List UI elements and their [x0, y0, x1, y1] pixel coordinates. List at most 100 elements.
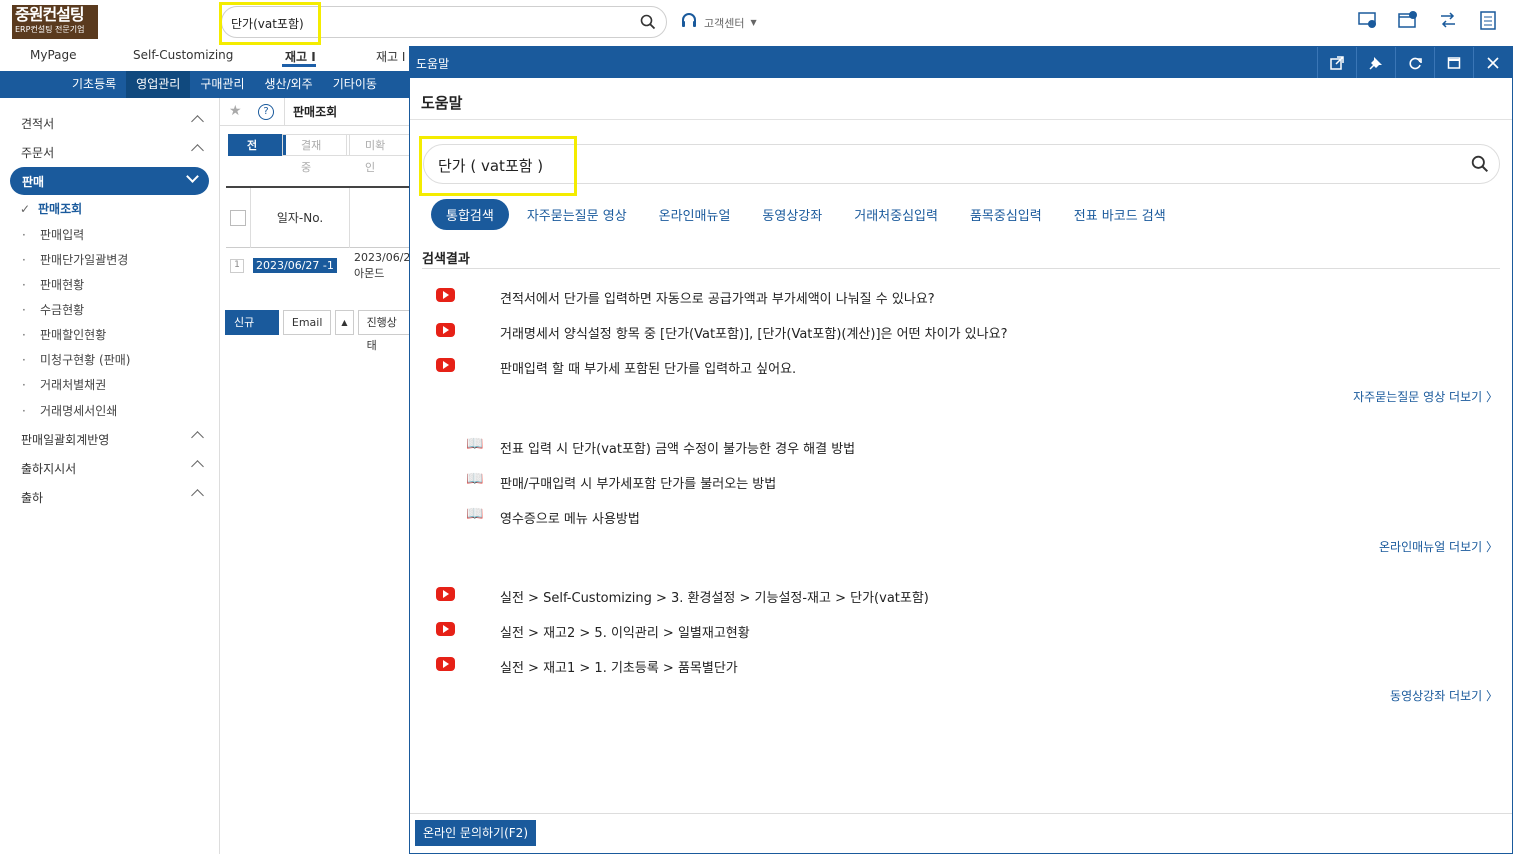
sidebar-item[interactable]: · 판매단가일괄변경	[22, 251, 128, 268]
exchange-icon[interactable]	[1437, 10, 1459, 30]
search-icon[interactable]	[1471, 155, 1489, 176]
tab-unconfirmed[interactable]: 미확인	[346, 134, 414, 174]
tab-integrated-search[interactable]: 통합검색	[431, 199, 509, 230]
menu-production[interactable]: 생산/외주	[255, 71, 323, 98]
tab-item-input[interactable]: 품목중심입력	[970, 205, 1042, 224]
data-grid: 일자-No. 1 2023/06/27 -1 2023/06/2 아몬드	[226, 186, 410, 280]
sidebar-group-quote[interactable]: 견적서	[0, 108, 220, 136]
row-cell-line2: 아몬드	[354, 267, 385, 280]
check-icon: ✓	[20, 202, 31, 216]
dialog-footer: 온라인 문의하기(F2)	[410, 813, 1512, 853]
sidebar-group-shipping-order[interactable]: 출하지시서	[0, 453, 220, 481]
remote-support-icon[interactable]	[1357, 10, 1379, 30]
progress-status-button[interactable]: 진행상태	[357, 310, 410, 352]
list-doc-icon[interactable]	[1477, 10, 1499, 30]
refresh-icon[interactable]	[1395, 47, 1434, 78]
page-title: 판매조회	[284, 98, 337, 126]
sidebar-item[interactable]: · 미청구현황 (판매)	[22, 351, 130, 368]
dialog-title-bar[interactable]: 도움말	[410, 47, 1512, 78]
brand-logo[interactable]: 중원컨설팅 ERP컨설팅 전문기업	[12, 5, 98, 39]
tab-approving[interactable]: 결재중	[282, 134, 350, 174]
lecture-item[interactable]: 실전 > 재고1 > 1. 기초등록 > 품목별단가	[410, 655, 1510, 677]
sidebar-item-label: 판매단가일괄변경	[40, 253, 129, 267]
menu-basic-registration[interactable]: 기초등록	[62, 71, 126, 98]
lecture-item[interactable]: 실전 > Self-Customizing > 3. 환경설정 > 기능설정-재…	[410, 585, 1510, 607]
new-window-icon[interactable]	[1397, 10, 1419, 30]
sidebar-item-label: 판매할인현황	[40, 328, 107, 342]
pin-icon[interactable]	[1356, 47, 1395, 78]
row-cell: 2023/06/2 아몬드	[354, 250, 410, 282]
help-icon[interactable]: ?	[258, 104, 274, 120]
result-text: 실전 > 재고1 > 1. 기초등록 > 품목별단가	[500, 661, 738, 676]
faq-video-item[interactable]: 거래명세서 양식설정 항목 중 [단가(Vat포함)], [단가(Vat포함)(…	[410, 321, 1510, 343]
popout-icon[interactable]	[1317, 47, 1356, 78]
tab-video-lectures[interactable]: 동영상강좌	[762, 205, 822, 224]
tab-barcode-search[interactable]: 전표 바코드 검색	[1074, 205, 1166, 224]
maximize-icon[interactable]	[1434, 47, 1473, 78]
close-icon[interactable]	[1473, 47, 1512, 78]
brand-tagline: ERP컨설팅 전문기업	[15, 25, 85, 34]
tab-faq-video[interactable]: 자주묻는질문 영상	[527, 205, 627, 224]
youtube-icon	[436, 622, 455, 636]
manual-item[interactable]: 📖 영수증으로 메뉴 사용방법	[410, 506, 1510, 528]
caret-down-icon: ▼	[750, 18, 757, 27]
menu-purchase-management[interactable]: 구매관리	[190, 71, 254, 98]
sidebar-group-batch-accounting[interactable]: 판매일괄회계반영	[0, 424, 220, 452]
manual-more-link[interactable]: 온라인매뉴얼 더보기 〉	[1379, 538, 1498, 555]
faq-video-item[interactable]: 견적서에서 단가를 입력하면 자동으로 공급가액과 부가세액이 나눠질 수 있나…	[410, 286, 1510, 308]
nav-mypage[interactable]: MyPage	[30, 48, 77, 62]
lecture-item[interactable]: 실전 > 재고2 > 5. 이익관리 > 일별재고현황	[410, 620, 1510, 642]
tab-online-manual[interactable]: 온라인매뉴얼	[659, 205, 731, 224]
sidebar-item[interactable]: · 판매현황	[22, 276, 84, 293]
sidebar-item-label: 판매현황	[40, 278, 85, 292]
menu-sales-management[interactable]: 영업관리	[126, 71, 191, 98]
manual-item[interactable]: 📖 판매/구매입력 시 부가세포함 단가를 불러오는 방법	[410, 471, 1510, 493]
help-dialog: 도움말 도움말 단가 ( vat포함 ) 통합검색 자주묻는질문 영상 온라인매…	[409, 46, 1513, 854]
tab-customer-input[interactable]: 거래처중심입력	[854, 205, 938, 224]
nav-inventory-1[interactable]: 재고 I	[285, 48, 316, 65]
sidebar-item-sales-inquiry[interactable]: ✓ 판매조회	[20, 200, 82, 217]
sidebar-item[interactable]: · 거래처별채권	[22, 376, 106, 393]
youtube-icon	[436, 288, 455, 302]
sidebar-group-shipping[interactable]: 출하	[0, 482, 220, 510]
new-button[interactable]: 신규(F2)	[225, 310, 279, 352]
sidebar-item[interactable]: · 판매입력	[22, 226, 84, 243]
sidebar-item[interactable]: · 판매할인현황	[22, 326, 106, 343]
menu-other-transfer[interactable]: 기타이동	[323, 71, 387, 98]
lecture-more-link[interactable]: 동영상강좌 더보기 〉	[1390, 687, 1498, 704]
book-icon: 📖	[466, 506, 484, 522]
sidebar-group-label: 판매	[22, 175, 45, 189]
email-button[interactable]: Email	[282, 310, 332, 335]
email-dropdown-button[interactable]: ▲	[335, 310, 354, 335]
highlight-box-top-search	[219, 2, 321, 45]
help-search-input[interactable]: 단가 ( vat포함 )	[423, 144, 1500, 184]
sidebar-group-order[interactable]: 주문서	[0, 137, 220, 165]
brand-name: 중원컨설팅	[15, 5, 85, 24]
star-icon[interactable]: ★	[229, 103, 242, 119]
manual-item[interactable]: 📖 전표 입력 시 단가(vat포함) 금액 수정이 불가능한 경우 해결 방법	[410, 436, 1510, 458]
sidebar-item[interactable]: · 수금현황	[22, 301, 84, 318]
select-all-checkbox[interactable]	[230, 210, 246, 226]
youtube-icon	[436, 587, 455, 601]
faq-more-link[interactable]: 자주묻는질문 영상 더보기 〉	[1353, 388, 1498, 405]
top-bar: 중원컨설팅 ERP컨설팅 전문기업 단가(vat포함) 고객센터 ▼	[0, 0, 1513, 45]
support-label: 고객센터	[704, 16, 745, 30]
grid-header: 일자-No.	[226, 188, 410, 248]
sidebar-group-sales[interactable]: 판매	[10, 167, 209, 195]
status-tabs: 전체 결재중 미확인	[228, 134, 414, 174]
column-header-date-no[interactable]: 일자-No.	[250, 188, 350, 248]
sidebar-item[interactable]: · 거래명세서인쇄	[22, 402, 117, 419]
nav-self-customizing[interactable]: Self-Customizing	[133, 48, 233, 62]
top-icon-group	[1357, 10, 1499, 30]
sidebar-item-label: 판매입력	[40, 228, 85, 242]
support-menu[interactable]: 고객센터 ▼	[680, 12, 757, 33]
faq-video-item[interactable]: 판매입력 할 때 부가세 포함된 단가를 입력하고 싶어요.	[410, 356, 1510, 378]
online-inquiry-button[interactable]: 온라인 문의하기(F2)	[415, 820, 536, 846]
book-icon: 📖	[466, 471, 484, 487]
search-icon[interactable]	[640, 14, 656, 33]
tab-all[interactable]: 전체	[228, 134, 286, 174]
nav-inventory-2[interactable]: 재고 I	[376, 48, 405, 65]
row-date-link[interactable]: 2023/06/27 -1	[253, 258, 337, 273]
chevron-up-icon	[191, 431, 204, 444]
dialog-heading: 도움말	[421, 94, 463, 112]
